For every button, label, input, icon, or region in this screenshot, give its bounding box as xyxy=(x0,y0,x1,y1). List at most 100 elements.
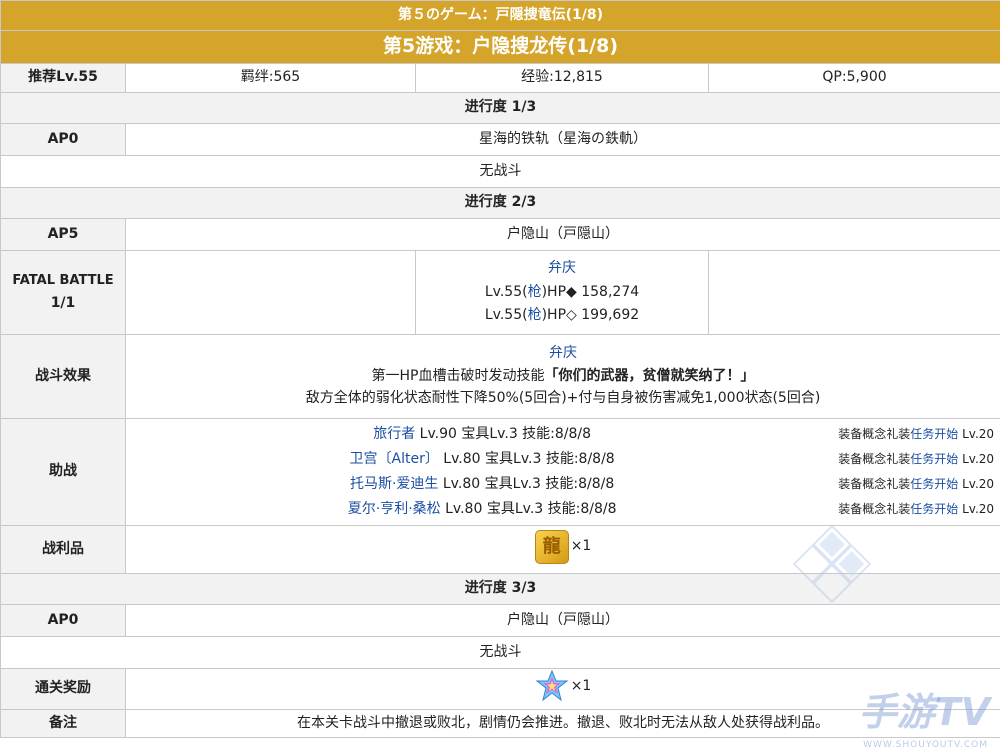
enemy-slot-1 xyxy=(125,250,416,335)
effect-line-2: 敌方全体的弱化状态耐性下降50%(5回合)+付与自身被伤害减免1,000状态(5… xyxy=(305,390,821,407)
stage1-battle-row: 无战斗 xyxy=(0,155,1000,188)
reward-item: ×1 xyxy=(535,669,592,703)
support-list: 旅行者 Lv.90 宝具Lv.3 技能:8/8/8 装备概念礼装任务开始 Lv.… xyxy=(124,418,1000,526)
stage2-ap-label: AP5 xyxy=(0,218,126,251)
support-ce: 装备概念礼装任务开始 Lv.20 xyxy=(838,452,994,467)
support-servant-stats: Lv.90 宝具Lv.3 技能:8/8/8 xyxy=(415,425,592,442)
support-ce: 装备概念礼装任务开始 Lv.20 xyxy=(838,427,994,442)
stage3-battle-row: 无战斗 xyxy=(0,636,1000,669)
support-ce: 装备概念礼装任务开始 Lv.20 xyxy=(838,502,994,517)
battle-effect-content: 弁庆 第一HP血槽击破时发动技能「你们的武器，贫僧就笑纳了！」 敌方全体的弱化状… xyxy=(124,334,1000,419)
effect-skill-name: 「你们的武器，贫僧就笑纳了！」 xyxy=(544,367,755,384)
support-servant-link[interactable]: 夏尔·亨利·桑松 xyxy=(348,501,441,517)
support-entry: 夏尔·亨利·桑松 Lv.80 宝具Lv.3 技能:8/8/8 装备概念礼装任务开… xyxy=(126,497,1000,522)
saint-quartz-icon[interactable] xyxy=(535,669,569,703)
stage2-ap-row: AP5 户隐山（戸隠山） xyxy=(0,218,1000,251)
fatal-battle-label: FATAL BATTLE 1/1 xyxy=(0,250,126,335)
stage3-battle: 无战斗 xyxy=(0,636,1000,669)
drop-row: 战利品 ×1 xyxy=(0,525,1000,574)
header-subtitle: 第５のゲーム：戸隠捜竜伝(1/8) xyxy=(0,0,1000,31)
support-label: 助战 xyxy=(0,418,126,526)
battle-effect-row: 战斗效果 弁庆 第一HP血槽击破时发动技能「你们的武器，贫僧就笑纳了！」 敌方全… xyxy=(0,334,1000,419)
support-ce-link[interactable]: 任务开始 xyxy=(910,427,958,441)
support-entry-main: 卫宫〔Alter〕 Lv.80 宝具Lv.3 技能:8/8/8 xyxy=(126,451,838,469)
enemy-hp2-prefix: Lv.55( xyxy=(484,307,528,324)
support-entry: 托马斯·爱迪生 Lv.80 宝具Lv.3 技能:8/8/8 装备概念礼装任务开始… xyxy=(126,472,1000,497)
enemy-class-link-1[interactable]: 枪 xyxy=(528,284,542,300)
fatal-battle-title: FATAL BATTLE xyxy=(12,272,114,288)
battle-effect-label: 战斗效果 xyxy=(0,334,126,419)
watermark-url: WWW.SHOUYOUTV.COM xyxy=(863,740,988,750)
enemy-name-link[interactable]: 弁庆 xyxy=(416,260,708,278)
notes-row: 备注 在本关卡战斗中撤退或败北，剧情仍会推进。撤退、败北时无法从敌人处获得战利品… xyxy=(0,709,1000,738)
enemy-hp2-suffix: )HP◇ 199,692 xyxy=(541,307,640,324)
enemy-hp-1: Lv.55(枪)HP◆ 158,274 xyxy=(416,284,708,302)
drop-content: ×1 xyxy=(124,525,1000,574)
notes-text: 在本关卡战斗中撤退或败北，剧情仍会推进。撤退、败北时无法从敌人处获得战利品。 xyxy=(124,709,1000,738)
effect-servant-link[interactable]: 弁庆 xyxy=(126,345,1000,363)
progress-row-1: 进行度 1/3 xyxy=(0,92,1000,124)
progress-row-2: 进行度 2/3 xyxy=(0,187,1000,219)
support-entry: 卫宫〔Alter〕 Lv.80 宝具Lv.3 技能:8/8/8 装备概念礼装任务… xyxy=(126,447,1000,472)
enemy-hp-2: Lv.55(枪)HP◇ 199,692 xyxy=(416,307,708,325)
clear-reward-row: 通关奖励 ×1 xyxy=(0,668,1000,710)
stage1-ap-row: AP0 星海的铁轨（星海の鉄軌） xyxy=(0,123,1000,156)
dragon-token-icon[interactable] xyxy=(534,529,569,564)
effect-line-1: 第一HP血槽击破时发动技能「你们的武器，贫僧就笑纳了！」 xyxy=(126,368,1000,386)
enemy-class-link-2[interactable]: 枪 xyxy=(528,307,542,323)
support-entry: 旅行者 Lv.90 宝具Lv.3 技能:8/8/8 装备概念礼装任务开始 Lv.… xyxy=(126,422,1000,447)
drop-label: 战利品 xyxy=(0,525,126,574)
drop-count: ×1 xyxy=(570,538,592,554)
support-row: 助战 旅行者 Lv.90 宝具Lv.3 技能:8/8/8 装备概念礼装任务开始 … xyxy=(0,418,1000,526)
support-servant-stats: Lv.80 宝具Lv.3 技能:8/8/8 xyxy=(440,500,617,517)
support-servant-link[interactable]: 卫宫〔Alter〕 xyxy=(350,451,439,467)
enemy-hp1-prefix: Lv.55( xyxy=(484,283,528,300)
progress-1: 进行度 1/3 xyxy=(0,92,1000,124)
bond-value: 羁绊:565 xyxy=(125,63,416,93)
stage3-ap-label: AP0 xyxy=(0,604,126,637)
stage2-location: 户隐山（戸隠山） xyxy=(124,218,1000,251)
support-ce-link[interactable]: 任务开始 xyxy=(910,477,958,491)
support-entry-main: 旅行者 Lv.90 宝具Lv.3 技能:8/8/8 xyxy=(126,426,838,444)
enemy-slot-2: 弁庆 Lv.55(枪)HP◆ 158,274 Lv.55(枪)HP◇ 199,6… xyxy=(415,250,709,335)
support-servant-stats: Lv.80 宝具Lv.3 技能:8/8/8 xyxy=(438,450,615,467)
stage3-ap-row: AP0 户隐山（戸隠山） xyxy=(0,604,1000,637)
drop-item: ×1 xyxy=(534,529,592,564)
clear-reward-content: ×1 xyxy=(124,668,1000,710)
header-subtitle-row: 第５のゲーム：戸隠捜竜伝(1/8) xyxy=(0,0,1000,31)
fatal-battle-row: FATAL BATTLE 1/1 弁庆 Lv.55(枪)HP◆ 158,274 … xyxy=(0,250,1000,335)
support-ce-level: Lv.20 xyxy=(958,452,995,466)
quest-table: 第５のゲーム：戸隠捜竜伝(1/8) 第5游戏：户隐搜龙传(1/8) 推荐Lv.5… xyxy=(0,0,1000,738)
clear-reward-label: 通关奖励 xyxy=(0,668,126,710)
support-ce-prefix: 装备概念礼装 xyxy=(838,452,911,466)
support-entry-main: 夏尔·亨利·桑松 Lv.80 宝具Lv.3 技能:8/8/8 xyxy=(126,501,838,519)
support-ce-level: Lv.20 xyxy=(958,502,995,516)
support-ce-level: Lv.20 xyxy=(958,427,995,441)
header-title-row: 第5游戏：户隐搜龙传(1/8) xyxy=(0,30,1000,64)
progress-2: 进行度 2/3 xyxy=(0,187,1000,219)
progress-3: 进行度 3/3 xyxy=(0,573,1000,605)
support-ce-prefix: 装备概念礼装 xyxy=(838,502,911,516)
support-ce: 装备概念礼装任务开始 Lv.20 xyxy=(838,477,994,492)
support-ce-prefix: 装备概念礼装 xyxy=(838,427,911,441)
stage1-battle: 无战斗 xyxy=(0,155,1000,188)
support-servant-link[interactable]: 托马斯·爱迪生 xyxy=(350,476,438,492)
header-title: 第5游戏：户隐搜龙传(1/8) xyxy=(0,30,1000,64)
qp-value: QP:5,900 xyxy=(707,63,1000,93)
stage1-location: 星海的铁轨（星海の鉄軌） xyxy=(124,123,1000,156)
enemy-hp1-suffix: )HP◆ 158,274 xyxy=(541,283,640,300)
exp-value: 经验:12,815 xyxy=(415,63,709,93)
enemy-slot-3 xyxy=(707,250,1000,335)
notes-label: 备注 xyxy=(0,709,126,738)
progress-row-3: 进行度 3/3 xyxy=(0,573,1000,605)
effect-line1-text: 第一HP血槽击破时发动技能 xyxy=(371,367,545,384)
support-ce-link[interactable]: 任务开始 xyxy=(910,502,958,516)
support-servant-link[interactable]: 旅行者 xyxy=(373,426,415,442)
fatal-battle-count: 1/1 xyxy=(50,294,76,311)
support-entry-main: 托马斯·爱迪生 Lv.80 宝具Lv.3 技能:8/8/8 xyxy=(126,476,838,494)
reward-count: ×1 xyxy=(570,677,592,694)
stage1-ap-label: AP0 xyxy=(0,123,126,156)
recommend-level: 推荐Lv.55 xyxy=(0,63,126,93)
support-ce-link[interactable]: 任务开始 xyxy=(910,452,958,466)
summary-row: 推荐Lv.55 羁绊:565 经验:12,815 QP:5,900 xyxy=(0,63,1000,93)
